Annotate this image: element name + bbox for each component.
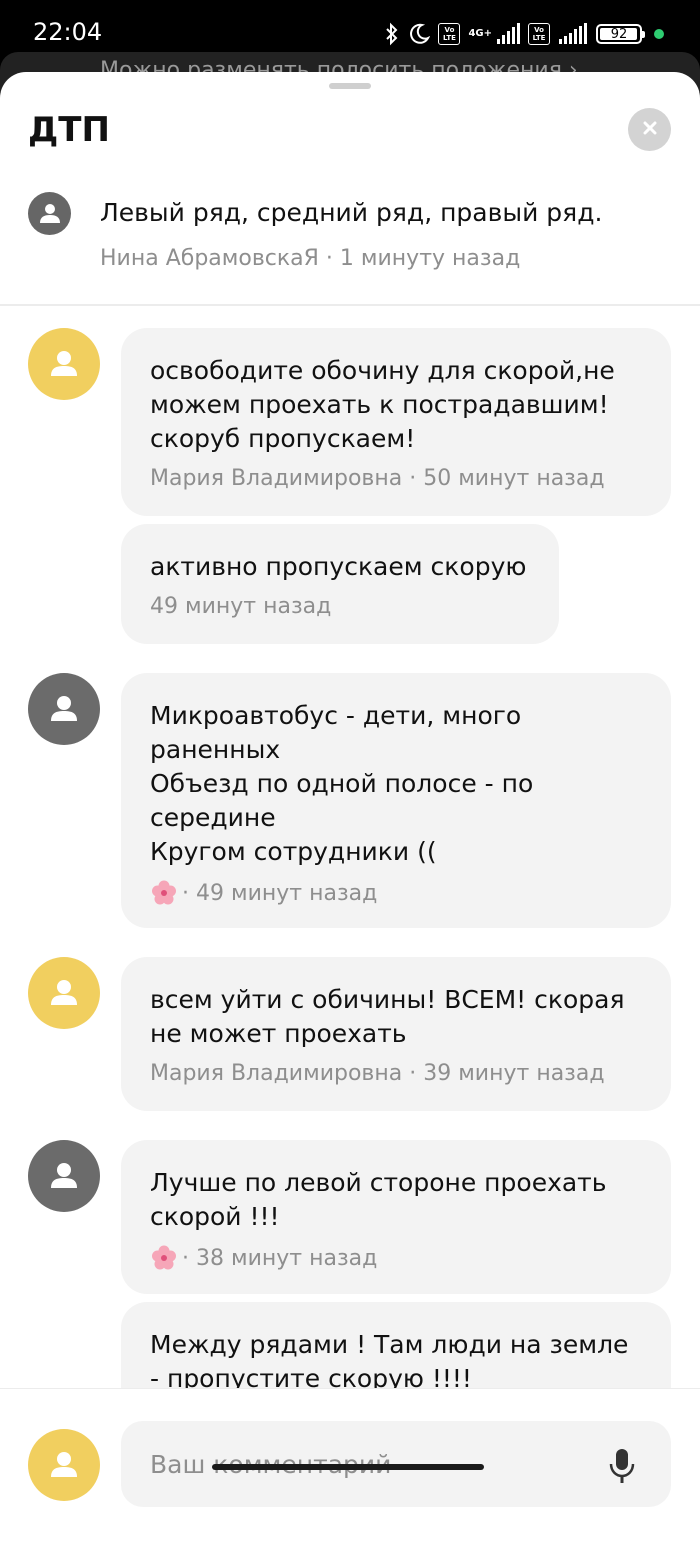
bluetooth-icon xyxy=(384,22,400,46)
avatar xyxy=(28,1429,100,1501)
comment-meta-text: 49 минут назад xyxy=(150,594,332,619)
volte-badge-1: Vo LTE xyxy=(438,23,461,45)
comments-sheet: ДТП Левый ряд, средний ряд, правый ряд. … xyxy=(0,72,700,1556)
comment-meta-text: · 38 минут назад xyxy=(182,1245,378,1271)
pinned-message-meta: Нина АбрамовскаЯ · 1 минуту назад xyxy=(100,246,521,271)
microphone-icon xyxy=(609,1449,635,1483)
sheet-grabber[interactable] xyxy=(329,83,371,89)
battery-level: 92 xyxy=(610,26,628,42)
comment-bubble[interactable]: Между рядами ! Там люди на земле - пропу… xyxy=(121,1302,671,1388)
comment-text: Микроавтобус - дети, много раненных Объе… xyxy=(150,701,534,866)
comment-bubble[interactable]: активно пропускаем скорую 49 минут назад xyxy=(121,524,559,644)
user-icon xyxy=(51,696,77,721)
home-indicator[interactable] xyxy=(212,1464,484,1470)
status-time: 22:04 xyxy=(33,18,103,46)
comment-meta: · 38 минут назад xyxy=(150,1244,643,1272)
flower-icon xyxy=(150,1244,178,1272)
avatar[interactable] xyxy=(28,957,100,1029)
comment-meta: Мария Владимировна · 50 минут назад xyxy=(150,466,643,491)
user-icon xyxy=(51,980,77,1005)
comment-input-bar xyxy=(0,1388,700,1556)
user-icon xyxy=(39,203,60,223)
comment-text: Между рядами ! Там люди на земле - пропу… xyxy=(150,1330,629,1388)
pinned-message[interactable]: Левый ряд, средний ряд, правый ряд. Нина… xyxy=(0,192,700,306)
moon-icon xyxy=(408,23,431,45)
comment-meta-text: Мария Владимировна · 39 минут назад xyxy=(150,1061,605,1086)
user-icon xyxy=(51,1163,77,1188)
comment-meta: · 49 минут назад xyxy=(150,879,643,907)
close-button[interactable] xyxy=(628,108,671,151)
battery-tip xyxy=(642,31,645,38)
signal-icon-1 xyxy=(496,23,520,45)
avatar[interactable] xyxy=(28,673,100,745)
comment-text: активно пропускаем скорую xyxy=(150,552,527,581)
privacy-indicator-dot xyxy=(654,29,664,39)
pinned-message-text: Левый ряд, средний ряд, правый ряд. xyxy=(100,198,603,227)
comment-text: всем уйти с обичины! ВСЕМ! скорая не мож… xyxy=(150,985,625,1048)
comment-meta-text: Мария Владимировна · 50 минут назад xyxy=(150,466,605,491)
mic-button[interactable] xyxy=(606,1447,638,1485)
comment-meta: Мария Владимировна · 39 минут назад xyxy=(150,1061,643,1086)
comment-bubble[interactable]: освободите обочину для скорой,не можем п… xyxy=(121,328,671,516)
status-icons: Vo LTE 4G+ Vo LTE 92 xyxy=(384,20,664,48)
avatar[interactable] xyxy=(28,1140,100,1212)
volte-badge-2: Vo LTE xyxy=(528,23,550,45)
comment-meta: 49 минут назад xyxy=(150,594,531,619)
comment-bubble[interactable]: Микроавтобус - дети, много раненных Объе… xyxy=(121,673,671,928)
comment-meta-text: · 49 минут назад xyxy=(182,880,378,906)
user-icon xyxy=(51,351,77,376)
comment-bubble[interactable]: всем уйти с обичины! ВСЕМ! скорая не мож… xyxy=(121,957,671,1111)
avatar[interactable] xyxy=(28,328,100,400)
battery-icon: 92 xyxy=(596,24,645,44)
comment-text: Лучше по левой стороне проехать скорой !… xyxy=(150,1168,607,1231)
comments-list[interactable]: освободите обочину для скорой,не можем п… xyxy=(0,328,700,1388)
user-icon xyxy=(51,1452,77,1477)
close-icon xyxy=(642,120,658,140)
avatar xyxy=(28,192,71,235)
comment-bubble[interactable]: Лучше по левой стороне проехать скорой !… xyxy=(121,1140,671,1294)
network-type-label: 4G+ xyxy=(468,28,492,39)
comment-text: освободите обочину для скорой,не можем п… xyxy=(150,356,615,453)
flower-icon xyxy=(150,879,178,907)
sheet-title: ДТП xyxy=(28,110,110,150)
signal-icon-2 xyxy=(558,23,588,45)
